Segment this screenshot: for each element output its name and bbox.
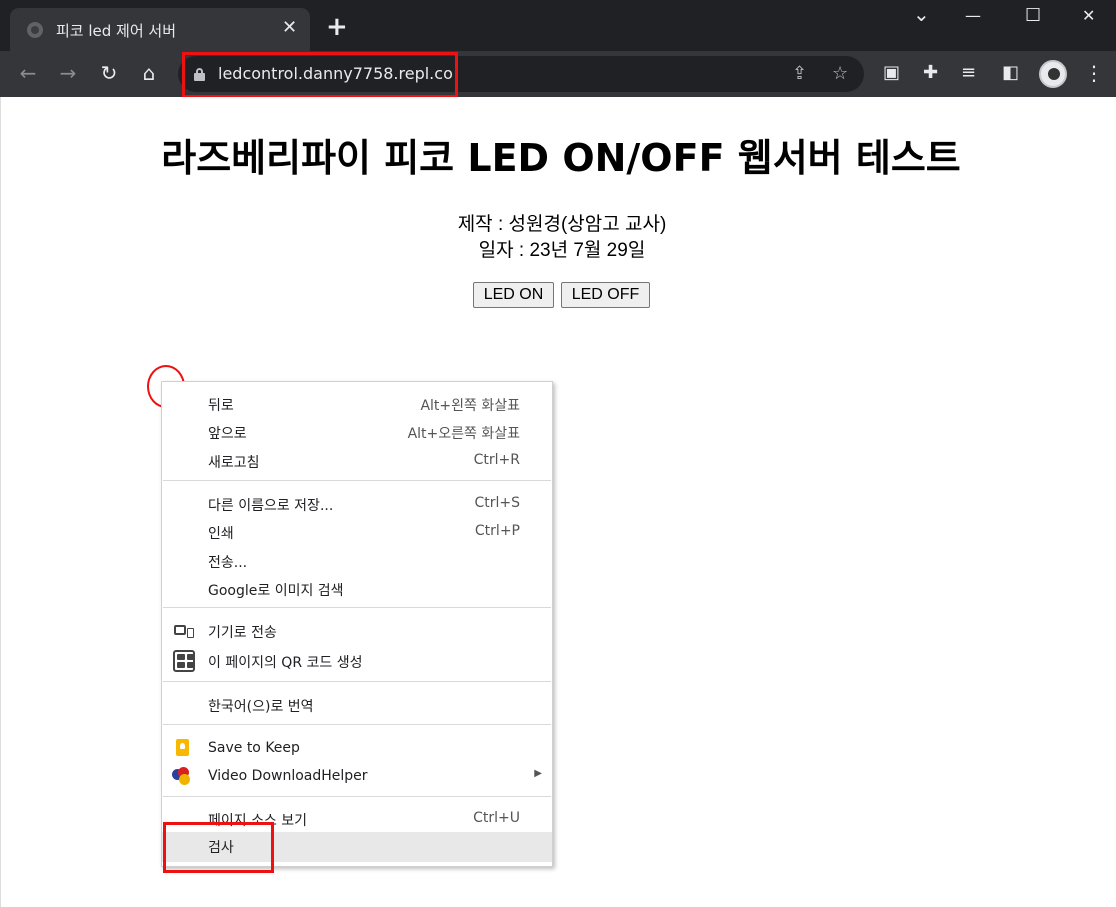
menu-item-cast[interactable]: 전송... (162, 547, 552, 575)
url-highlight-annotation (182, 52, 458, 98)
menu-item-label: 앞으로 (208, 426, 247, 442)
menu-item-shortcut: Ctrl+U (473, 810, 520, 826)
menu-item-video-downloadhelper[interactable]: Video DownloadHelper ▶ (162, 763, 552, 791)
menu-item-shortcut: Ctrl+S (474, 495, 520, 511)
menu-item-send-to-device[interactable]: 기기로 전송 (162, 617, 552, 645)
new-tab-button[interactable]: + (326, 14, 348, 40)
menu-item-label: 인쇄 (208, 526, 234, 542)
browser-tab[interactable]: 피코 led 제어 서버 ✕ (10, 8, 310, 51)
inspect-highlight-annotation (163, 822, 274, 873)
menu-item-shortcut: Ctrl+P (474, 523, 520, 539)
forward-button[interactable]: → (56, 61, 80, 85)
menu-item-qr-code[interactable]: 이 페이지의 QR 코드 생성 (162, 647, 552, 675)
picture-in-picture-icon[interactable]: ▣ (883, 62, 900, 84)
context-menu: 뒤로 Alt+왼쪽 화살표 앞으로 Alt+오른쪽 화살표 새로고침 Ctrl+… (161, 381, 553, 867)
qr-code-icon (173, 650, 195, 672)
share-icon[interactable]: ⇪ (792, 63, 807, 85)
browser-toolbar: ← → ↻ ⌂ ledcontrol.danny7758.repl.co ⇪ ☆… (0, 51, 1116, 97)
back-button[interactable]: ← (16, 61, 40, 85)
menu-separator (163, 480, 551, 481)
tab-title: 피코 led 제어 서버 (56, 22, 177, 40)
menu-item-save-to-keep[interactable]: Save to Keep (162, 735, 552, 763)
menu-item-label: 다른 이름으로 저장... (208, 498, 334, 514)
menu-item-label: 새로고침 (208, 455, 260, 471)
side-panel-icon[interactable]: ◧ (1002, 62, 1019, 84)
menu-item-shortcut: Ctrl+R (473, 452, 520, 468)
menu-item-label: 전송... (208, 555, 248, 571)
tab-close-icon[interactable]: ✕ (282, 17, 297, 39)
menu-item-label: 한국어(으)로 번역 (208, 699, 314, 715)
menu-item-save-as[interactable]: 다른 이름으로 저장... Ctrl+S (162, 490, 552, 518)
menu-separator (163, 796, 551, 797)
minimize-button[interactable]: — (965, 6, 981, 26)
extensions-icon[interactable]: ✚ (923, 62, 938, 84)
menu-item-label: Save to Keep (208, 740, 300, 756)
device-icon (174, 625, 194, 638)
reload-button[interactable]: ↻ (97, 61, 121, 85)
globe-favicon-icon (27, 22, 43, 38)
submenu-arrow-icon: ▶ (534, 768, 542, 779)
menu-item-forward[interactable]: 앞으로 Alt+오른쪽 화살표 (162, 418, 552, 446)
bookmark-star-icon[interactable]: ☆ (832, 63, 848, 85)
menu-item-back[interactable]: 뒤로 Alt+왼쪽 화살표 (162, 390, 552, 418)
menu-item-shortcut: Alt+오른쪽 화살표 (407, 426, 520, 442)
menu-item-translate[interactable]: 한국어(으)로 번역 (162, 691, 552, 719)
menu-item-reload[interactable]: 새로고침 Ctrl+R (162, 447, 552, 475)
menu-separator (163, 724, 551, 725)
menu-kebab-icon[interactable]: ⋮ (1084, 61, 1104, 85)
maximize-button[interactable]: ☐ (1025, 6, 1041, 26)
media-queue-icon[interactable]: ≡ (961, 62, 976, 84)
menu-item-label: 이 페이지의 QR 코드 생성 (208, 655, 363, 671)
date-line: 일자 : 23년 7월 29일 (478, 240, 646, 261)
menu-separator (163, 681, 551, 682)
page-title: 라즈베리파이 피코 LED ON/OFF 웹서버 테스트 (161, 136, 961, 180)
menu-item-print[interactable]: 인쇄 Ctrl+P (162, 518, 552, 546)
menu-item-label: 기기로 전송 (208, 625, 277, 641)
tab-search-dropdown-icon[interactable]: ⌄ (913, 4, 930, 24)
menu-item-label: 뒤로 (208, 398, 234, 414)
tab-strip: 피코 led 제어 서버 ✕ + ⌄ — ☐ ✕ (0, 0, 1116, 51)
author-line: 제작 : 성원경(상암고 교사) (457, 214, 667, 235)
keep-icon (176, 739, 189, 756)
profile-avatar[interactable] (1039, 60, 1067, 88)
video-downloadhelper-icon (172, 767, 192, 785)
menu-item-shortcut: Alt+왼쪽 화살표 (420, 398, 520, 414)
menu-item-label: Video DownloadHelper (208, 768, 368, 784)
menu-separator (163, 607, 551, 608)
led-on-button[interactable]: LED ON (473, 282, 554, 308)
led-off-button[interactable]: LED OFF (561, 282, 650, 308)
home-button[interactable]: ⌂ (137, 61, 161, 85)
menu-item-label: Google로 이미지 검색 (208, 583, 344, 599)
menu-item-google-image-search[interactable]: Google로 이미지 검색 (162, 575, 552, 603)
close-window-button[interactable]: ✕ (1082, 6, 1095, 26)
